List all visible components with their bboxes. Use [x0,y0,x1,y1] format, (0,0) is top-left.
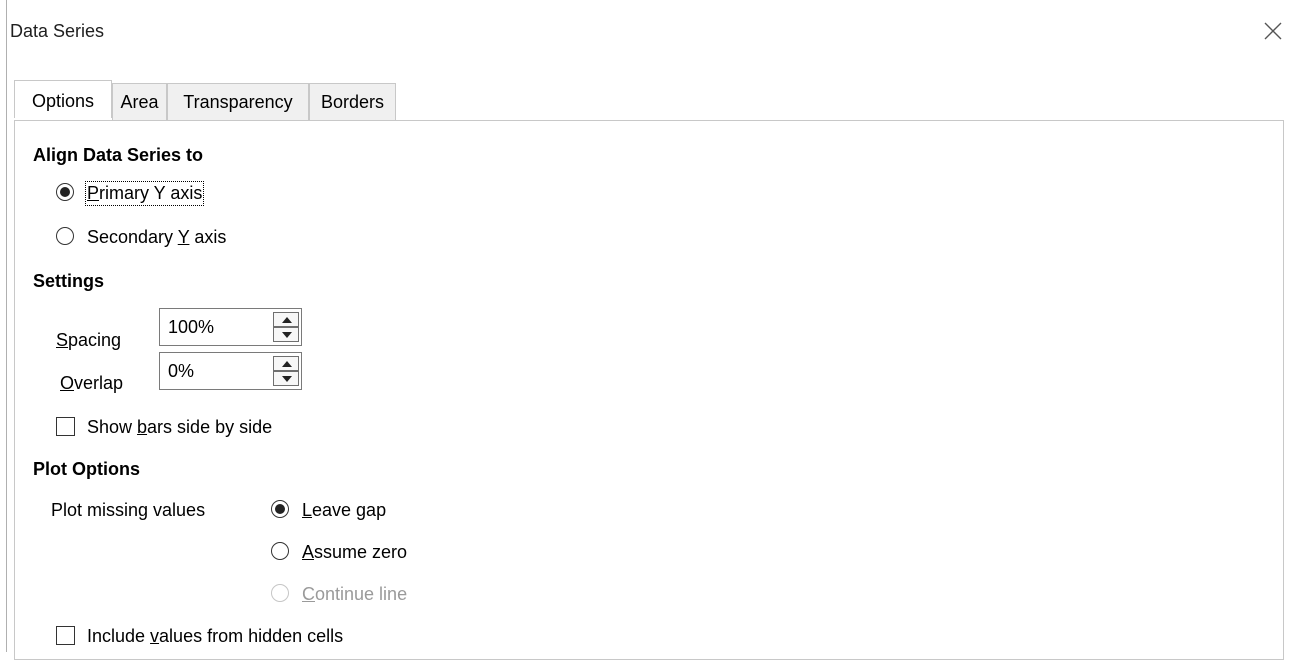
assume-zero-radio[interactable] [271,542,289,560]
tab-transparency[interactable]: Transparency [167,83,309,120]
dialog-title: Data Series [10,21,105,41]
spacing-spinbox[interactable] [159,308,302,346]
overlap-label: Overlap [60,373,124,393]
continue-line-label: Continue line [302,584,408,604]
settings-heading: Settings [33,271,105,291]
spin-up-icon[interactable] [273,312,299,327]
assume-zero-label[interactable]: Assume zero [302,542,407,563]
show-bars-side-by-side-checkbox[interactable] [56,417,75,436]
tab-options[interactable]: Options [14,80,112,118]
align-heading: Align Data Series to [33,145,204,165]
spacing-input[interactable] [160,309,260,345]
include-hidden-cells-label[interactable]: Include values from hidden cells [87,626,343,647]
tab-borders[interactable]: Borders [309,83,396,120]
spin-down-icon[interactable] [273,327,299,342]
leave-gap-label[interactable]: Leave gap [302,500,386,521]
spacing-spin-buttons [273,312,299,342]
tab-area[interactable]: Area [112,83,167,120]
leave-gap-radio[interactable] [271,500,289,518]
continue-line-radio [271,584,289,602]
primary-y-axis-radio[interactable] [56,183,74,201]
overlap-spinbox[interactable] [159,352,302,390]
spin-up-icon[interactable] [273,356,299,371]
overlap-input[interactable] [160,353,260,389]
secondary-y-axis-label[interactable]: Secondary Y axis [87,227,226,248]
title-bar: Data Series [0,0,1290,66]
show-bars-side-by-side-label[interactable]: Show bars side by side [87,417,272,438]
dialog-window: Data Series Options Area Transparency Bo… [0,0,1290,660]
options-panel: Align Data Series to Primary Y axis Seco… [14,120,1284,660]
secondary-y-axis-radio[interactable] [56,227,74,245]
overlap-spin-buttons [273,356,299,386]
window-frame-edge [6,0,7,652]
primary-y-axis-label[interactable]: Primary Y axis [84,181,205,206]
spin-down-icon[interactable] [273,371,299,386]
close-icon[interactable] [1262,20,1284,42]
plot-options-heading: Plot Options [33,459,140,479]
spacing-label: Spacing [56,330,122,350]
plot-missing-values-label: Plot missing values [51,500,206,520]
include-hidden-cells-checkbox[interactable] [56,626,75,645]
